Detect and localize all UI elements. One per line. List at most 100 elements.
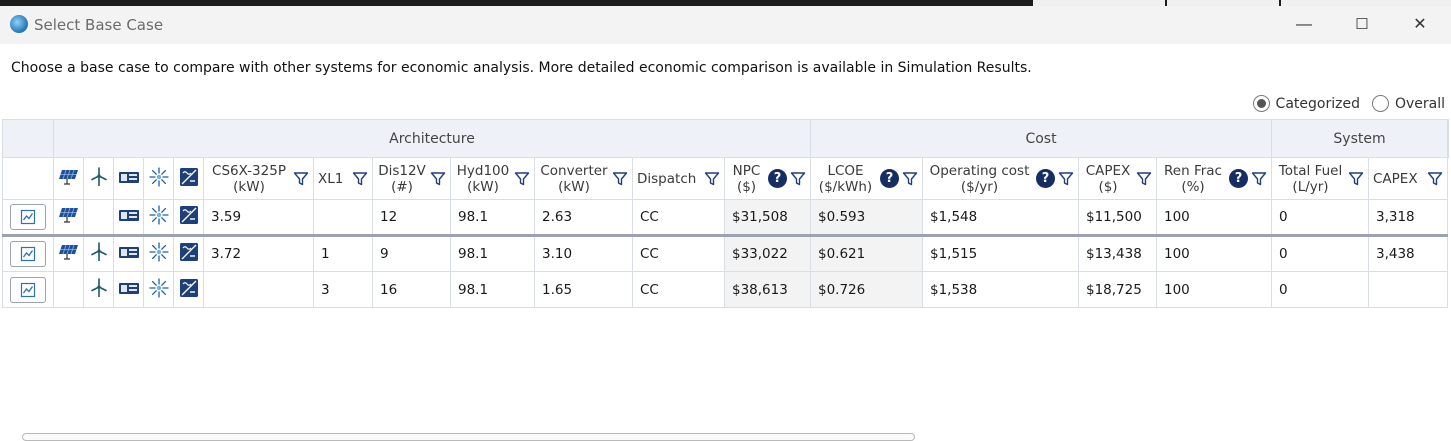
header-npc-unit: ($) [736, 178, 757, 195]
compare-chart-button[interactable] [10, 241, 46, 267]
header-capex[interactable]: CAPEX ($) [1078, 157, 1157, 200]
header-lcoe-name: LCOE [827, 162, 864, 179]
cell-npc: $33,022 [724, 235, 811, 272]
horizontal-scrollbar[interactable] [22, 433, 915, 441]
generator-icon [118, 244, 140, 260]
header-operating-cost[interactable]: Operating cost ($/yr)? [922, 157, 1079, 200]
header-pv-icon-col [53, 157, 84, 200]
header-capex-extra[interactable]: CAPEX [1368, 157, 1448, 200]
app-icon [10, 15, 28, 33]
chart-icon [20, 209, 36, 225]
radio-overall[interactable]: Overall [1371, 95, 1445, 112]
compare-chart-button[interactable] [10, 204, 46, 230]
help-icon[interactable]: ? [1229, 169, 1248, 188]
cell-pv: 3.59 [203, 199, 314, 237]
filter-icon[interactable] [902, 171, 918, 187]
row-converter-icon-cell [173, 199, 204, 237]
header-pv-name: CS6X-325P [212, 162, 286, 179]
cell-hydro: 98.1 [450, 199, 535, 237]
converter-icon [179, 278, 199, 298]
cell-total-fuel: 0 [1271, 271, 1369, 308]
header-gen-name: Dis12V [378, 162, 426, 179]
header-lcoe-unit: ($/kWh) [818, 178, 873, 195]
cell-total-fuel: 0 [1271, 199, 1369, 237]
maximize-button[interactable]: ☐ [1342, 12, 1382, 38]
header-gen-unit: (#) [391, 178, 413, 195]
table-row[interactable]: 3.59 12 98.1 2.63 CC $31,508 $0.593 $1,5… [2, 199, 1449, 237]
wind-turbine-icon [89, 242, 109, 262]
cell-capex-extra [1368, 271, 1448, 308]
compare-chart-button[interactable] [10, 276, 46, 303]
hydro-icon [149, 205, 169, 225]
cell-pv [203, 271, 314, 308]
cell-hydro: 98.1 [450, 271, 535, 308]
filter-icon[interactable] [430, 171, 446, 187]
base-case-table: Architecture Cost System CS6X-325P (kW) X… [2, 119, 1449, 308]
filter-icon[interactable] [514, 171, 530, 187]
cell-lcoe: $0.621 [810, 235, 923, 272]
header-total-fuel[interactable]: Total Fuel (L/yr) [1271, 157, 1369, 200]
hydro-icon [149, 167, 169, 187]
cell-converter: 1.65 [534, 271, 633, 308]
header-npc-name: NPC [732, 162, 761, 179]
header-wind-name: XL1 [318, 170, 344, 187]
cell-dispatch: CC [632, 199, 725, 237]
generator-icon [118, 169, 140, 185]
row-hydro-icon-cell [143, 235, 174, 272]
cell-dispatch: CC [632, 235, 725, 272]
cell-converter: 3.10 [534, 235, 633, 272]
filter-icon[interactable] [1427, 171, 1443, 187]
cell-npc: $31,508 [724, 199, 811, 237]
cell-hydro: 98.1 [450, 235, 535, 272]
header-hydro-unit: (kW) [467, 178, 499, 195]
title-bar: Select Base Case — ☐ ✕ [0, 6, 1451, 44]
table-row[interactable]: 3 16 98.1 1.65 CC $38,613 $0.726 $1,538 … [2, 271, 1449, 308]
header-wind[interactable]: XL1 [313, 157, 373, 200]
cell-converter: 2.63 [534, 199, 633, 237]
wind-turbine-icon [89, 167, 109, 187]
filter-icon[interactable] [1251, 171, 1267, 187]
row-wind-icon-cell [83, 271, 114, 308]
row-wind-icon-cell [83, 199, 114, 237]
radio-overall-indicator[interactable] [1371, 95, 1389, 112]
header-converter-unit: (kW) [558, 178, 590, 195]
filter-icon[interactable] [790, 171, 806, 187]
header-operating-cost-name: Operating cost [929, 162, 1030, 179]
filter-icon[interactable] [704, 171, 720, 187]
help-icon[interactable]: ? [1036, 169, 1055, 188]
header-dispatch[interactable]: Dispatch [632, 157, 725, 200]
cell-ren-frac: 100 [1156, 235, 1272, 272]
filter-icon[interactable] [1136, 171, 1152, 187]
row-pv-icon-cell [53, 271, 84, 308]
group-header-extra [1447, 119, 1449, 158]
cell-capex-extra: 3,438 [1368, 235, 1448, 272]
header-capex-extra-name: CAPEX [1373, 170, 1418, 187]
generator-icon [118, 207, 140, 223]
header-pv[interactable]: CS6X-325P (kW) [203, 157, 314, 200]
help-icon[interactable]: ? [880, 169, 899, 188]
filter-icon[interactable] [352, 171, 368, 187]
table-row[interactable]: 3.72 1 9 98.1 3.10 CC $33,022 $0.621 $1,… [2, 235, 1449, 272]
header-npc[interactable]: NPC ($)? [724, 157, 811, 200]
header-lcoe[interactable]: LCOE ($/kWh)? [810, 157, 923, 200]
group-header-cost: Cost [810, 119, 1272, 158]
header-ren-frac[interactable]: Ren Frac (%)? [1156, 157, 1272, 200]
hydro-icon [149, 278, 169, 298]
minimize-button[interactable]: — [1284, 12, 1324, 38]
radio-categorized-indicator[interactable] [1252, 95, 1270, 112]
header-dispatch-name: Dispatch [637, 170, 697, 187]
filter-icon[interactable] [293, 171, 309, 187]
window-title: Select Base Case [34, 16, 164, 34]
header-gen[interactable]: Dis12V (#) [372, 157, 451, 200]
row-converter-icon-cell [173, 271, 204, 308]
header-converter[interactable]: Converter (kW) [534, 157, 633, 200]
close-button[interactable]: ✕ [1400, 12, 1440, 38]
filter-icon[interactable] [1348, 171, 1364, 187]
radio-categorized[interactable]: Categorized [1252, 95, 1360, 112]
filter-icon[interactable] [1058, 171, 1074, 187]
help-icon[interactable]: ? [768, 169, 787, 188]
solar-panel-icon [58, 243, 80, 261]
row-pv-icon-cell [53, 199, 84, 237]
header-hydro[interactable]: Hyd100 (kW) [450, 157, 535, 200]
filter-icon[interactable] [612, 171, 628, 187]
